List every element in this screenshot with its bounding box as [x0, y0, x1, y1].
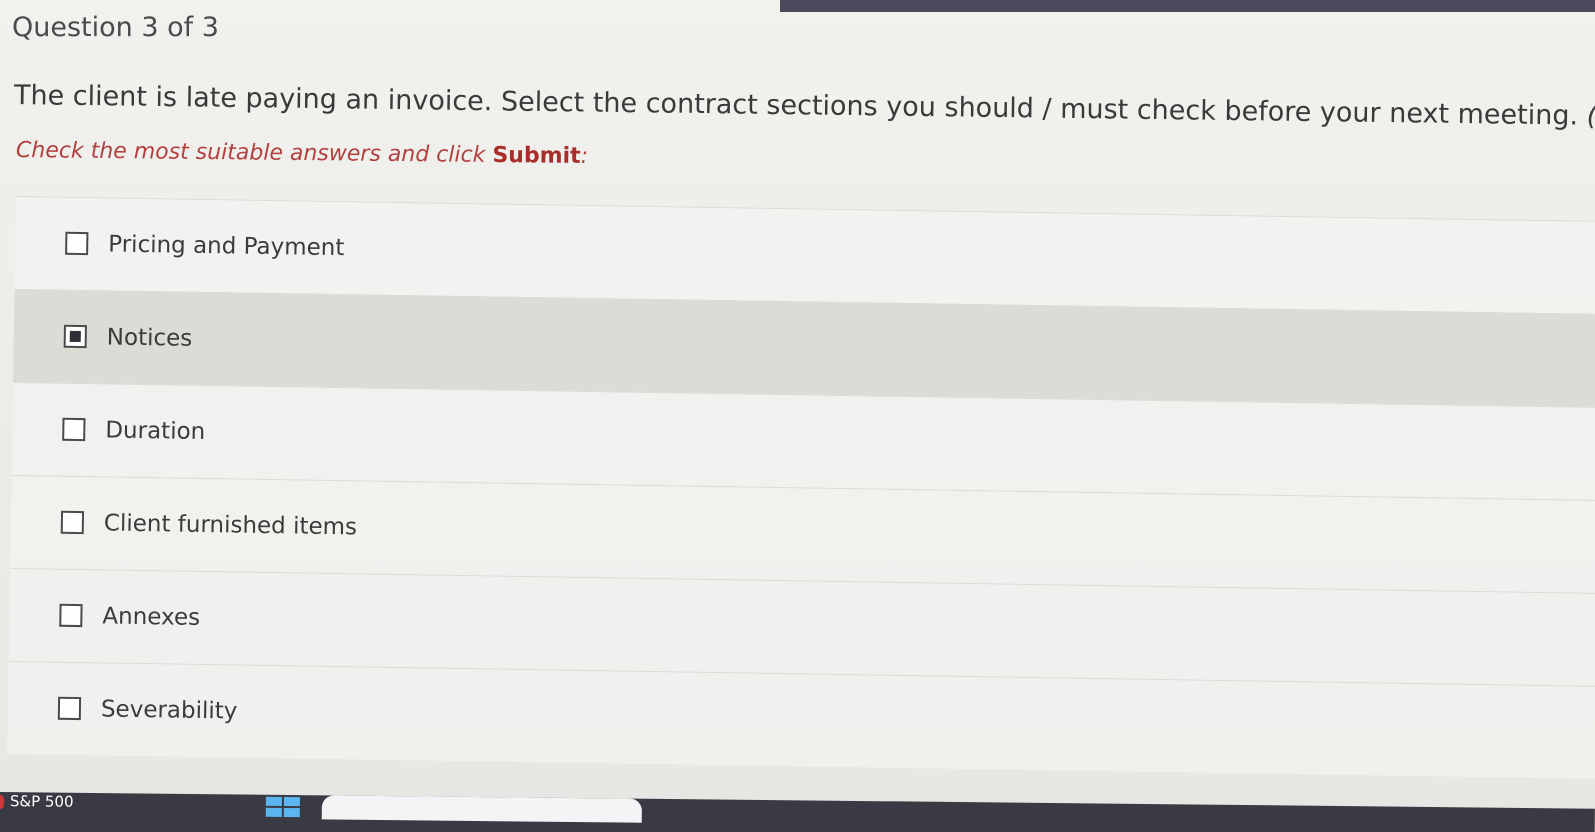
question-body: The client is late paying an invoice. Se… — [13, 80, 1579, 132]
option-label: Notices — [106, 324, 193, 352]
ticker-status-icon — [0, 794, 4, 810]
checkbox-pricing-and-payment[interactable] — [65, 231, 89, 256]
instruction-prefix: Check the most suitable answers and clic… — [15, 138, 493, 168]
checkbox-client-furnished-items[interactable] — [60, 510, 85, 535]
option-label: Pricing and Payment — [108, 231, 345, 262]
option-label: Annexes — [102, 603, 201, 631]
option-label: Client furnished items — [103, 510, 358, 541]
question-counter: Question 3 of 3 — [12, 12, 219, 43]
windows-start-icon[interactable] — [265, 796, 300, 818]
checkbox-notices[interactable] — [63, 324, 87, 349]
option-label: Severability — [100, 696, 238, 725]
taskbar: S&P 500 — [0, 792, 1595, 832]
checkbox-duration[interactable] — [62, 417, 86, 442]
question-hint: (Select — [1586, 100, 1595, 133]
option-label: Duration — [105, 417, 206, 445]
instruction-submit-word: Submit — [492, 142, 581, 169]
quiz-screen: Question 3 of 3 The client is late payin… — [0, 0, 1595, 832]
checkbox-severability[interactable] — [57, 696, 82, 721]
window-top-bar — [780, 0, 1595, 12]
taskbar-search-box[interactable] — [321, 795, 642, 823]
instruction-text: Check the most suitable answers and clic… — [16, 138, 588, 169]
stock-ticker-widget[interactable]: S&P 500 — [10, 792, 74, 811]
answer-options-list: Pricing and Payment Notices Duration Cli… — [7, 196, 1595, 780]
instruction-suffix: : — [580, 143, 589, 169]
question-text: The client is late paying an invoice. Se… — [14, 80, 1595, 133]
checkbox-annexes[interactable] — [59, 603, 83, 628]
